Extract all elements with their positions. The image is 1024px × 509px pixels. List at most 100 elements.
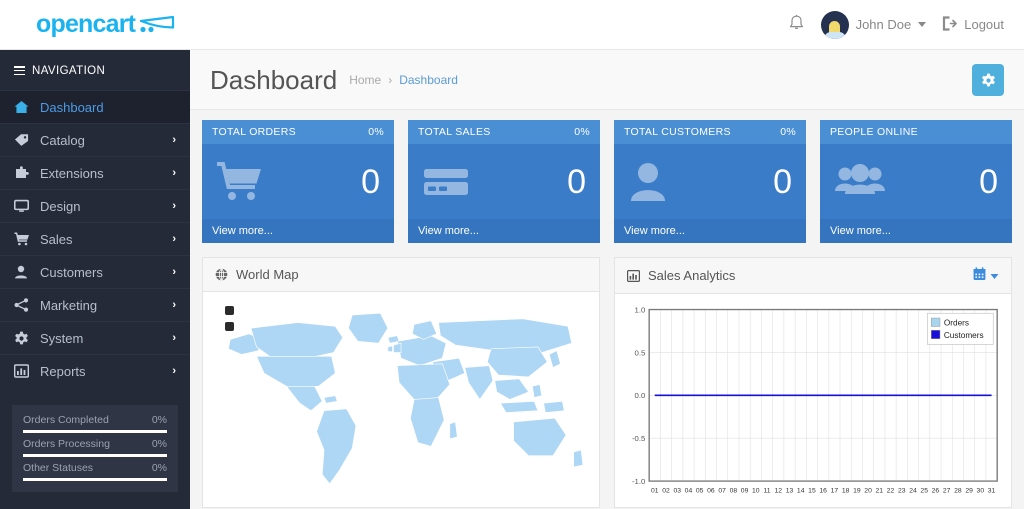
- sidebar-item-catalog[interactable]: Catalog ›: [0, 123, 190, 156]
- sidebar-item-system[interactable]: System ›: [0, 321, 190, 354]
- page-header: Dashboard Home › Dashboard: [190, 50, 1024, 110]
- svg-text:22: 22: [887, 487, 895, 494]
- svg-text:21: 21: [876, 487, 884, 494]
- svg-text:11: 11: [764, 487, 771, 494]
- status-label: Orders Processing: [23, 438, 110, 451]
- notifications-button[interactable]: [788, 14, 805, 35]
- tile-value: 0: [567, 162, 586, 201]
- breadcrumb-item-home[interactable]: Home: [349, 73, 381, 87]
- cart-icon: [14, 232, 40, 246]
- svg-text:-0.5: -0.5: [632, 434, 645, 443]
- tile-title: TOTAL ORDERS: [212, 126, 296, 138]
- world-map-panel: World Map: [202, 257, 600, 508]
- svg-text:24: 24: [909, 487, 917, 494]
- breadcrumb-separator: ›: [388, 73, 393, 87]
- settings-button[interactable]: [972, 64, 1004, 96]
- status-percent: 0%: [151, 414, 167, 427]
- tile-title: TOTAL SALES: [418, 126, 491, 138]
- status-label: Other Statuses: [23, 462, 94, 475]
- hamburger-icon: [14, 64, 25, 77]
- sales-analytics-panel-header: Sales Analytics: [615, 258, 1011, 294]
- svg-text:15: 15: [808, 487, 816, 494]
- sidebar-item-reports[interactable]: Reports ›: [0, 354, 190, 387]
- date-range-dropdown[interactable]: [973, 267, 999, 284]
- sales-analytics-panel-title: Sales Analytics: [648, 268, 736, 283]
- bar-chart-icon: [14, 364, 40, 378]
- sidebar-item-label: Reports: [40, 363, 86, 379]
- globe-icon: [215, 268, 228, 281]
- svg-text:02: 02: [662, 487, 670, 494]
- svg-text:0.5: 0.5: [635, 348, 646, 357]
- user-menu-button[interactable]: John Doe: [820, 10, 927, 39]
- svg-text:19: 19: [853, 487, 861, 494]
- world-map-body: [203, 292, 599, 505]
- chevron-right-icon: ›: [172, 200, 176, 213]
- sidebar-item-design[interactable]: Design ›: [0, 189, 190, 222]
- svg-text:14: 14: [797, 487, 805, 494]
- header-actions: John Doe Logout: [788, 10, 1024, 39]
- page-title: Dashboard: [210, 64, 338, 95]
- svg-text:18: 18: [842, 487, 850, 494]
- svg-text:31: 31: [988, 487, 996, 494]
- svg-text:12: 12: [774, 487, 782, 494]
- tile-percent: 0%: [368, 126, 384, 138]
- sales-analytics-chart[interactable]: -1.0-0.50.00.51.001 02 03 04 05 06 07 08 09 10 11 1…: [623, 302, 1003, 499]
- tile-view-more-link[interactable]: View more...: [408, 219, 600, 243]
- sidebar-item-label: Marketing: [40, 297, 98, 313]
- sign-out-icon: [942, 15, 958, 34]
- sidebar-item-label: Sales: [40, 231, 73, 247]
- tile-view-more-link[interactable]: View more...: [614, 219, 806, 243]
- svg-text:30: 30: [977, 487, 985, 494]
- shopping-cart-icon: [216, 161, 264, 203]
- sidebar-item-customers[interactable]: Customers ›: [0, 255, 190, 288]
- svg-text:06: 06: [707, 487, 715, 494]
- status-row: Other Statuses 0%: [23, 462, 167, 482]
- gear-icon: [14, 331, 40, 346]
- tile-value: 0: [773, 162, 792, 201]
- bar-chart-icon: [627, 269, 640, 282]
- map-zoom-out-button[interactable]: [225, 322, 234, 331]
- tile-view-more-link[interactable]: View more...: [820, 219, 1012, 243]
- map-zoom-controls[interactable]: [225, 306, 234, 338]
- tile-percent: 0%: [574, 126, 590, 138]
- bell-icon: [788, 14, 805, 35]
- tile-total-sales: TOTAL SALES 0% 0 View more...: [408, 120, 600, 243]
- tile-total-customers: TOTAL CUSTOMERS 0% 0 View more...: [614, 120, 806, 243]
- logo[interactable]: opencart: [0, 12, 190, 37]
- svg-text:09: 09: [741, 487, 749, 494]
- cart-swoosh-icon: [140, 15, 176, 35]
- sidebar-item-marketing[interactable]: Marketing ›: [0, 288, 190, 321]
- chevron-right-icon: ›: [172, 167, 176, 180]
- tag-icon: [14, 133, 40, 147]
- sidebar-item-dashboard[interactable]: Dashboard: [0, 90, 190, 124]
- svg-text:17: 17: [831, 487, 839, 494]
- svg-text:0.0: 0.0: [635, 391, 646, 400]
- svg-text:20: 20: [864, 487, 872, 494]
- status-progress-bar: [23, 454, 167, 458]
- sidebar-item-sales[interactable]: Sales ›: [0, 222, 190, 255]
- sidebar-item-label: Customers: [40, 264, 103, 280]
- map-zoom-in-button[interactable]: [225, 306, 234, 315]
- svg-text:29: 29: [965, 487, 973, 494]
- status-progress-bar: [23, 478, 167, 482]
- breadcrumb-item-dashboard[interactable]: Dashboard: [399, 73, 458, 87]
- status-row: Orders Processing 0%: [23, 438, 167, 458]
- chevron-right-icon: ›: [172, 365, 176, 378]
- sidebar-item-extensions[interactable]: Extensions ›: [0, 156, 190, 189]
- chevron-right-icon: ›: [172, 332, 176, 345]
- sidebar-item-label: Extensions: [40, 165, 104, 181]
- tile-view-more-link[interactable]: View more...: [202, 219, 394, 243]
- tile-value: 0: [979, 162, 998, 201]
- world-map[interactable]: [211, 300, 591, 497]
- stat-tiles: TOTAL ORDERS 0% 0 View more... TOTAL SAL…: [202, 120, 1012, 243]
- sidebar-item-label: System: [40, 330, 84, 346]
- svg-text:13: 13: [786, 487, 794, 494]
- puzzle-icon: [14, 166, 40, 180]
- logout-button[interactable]: Logout: [942, 15, 1004, 34]
- world-map-panel-header: World Map: [203, 258, 599, 292]
- user-icon: [628, 161, 672, 203]
- svg-text:05: 05: [696, 487, 704, 494]
- svg-text:26: 26: [932, 487, 940, 494]
- svg-text:1.0: 1.0: [635, 305, 646, 314]
- tile-value: 0: [361, 162, 380, 201]
